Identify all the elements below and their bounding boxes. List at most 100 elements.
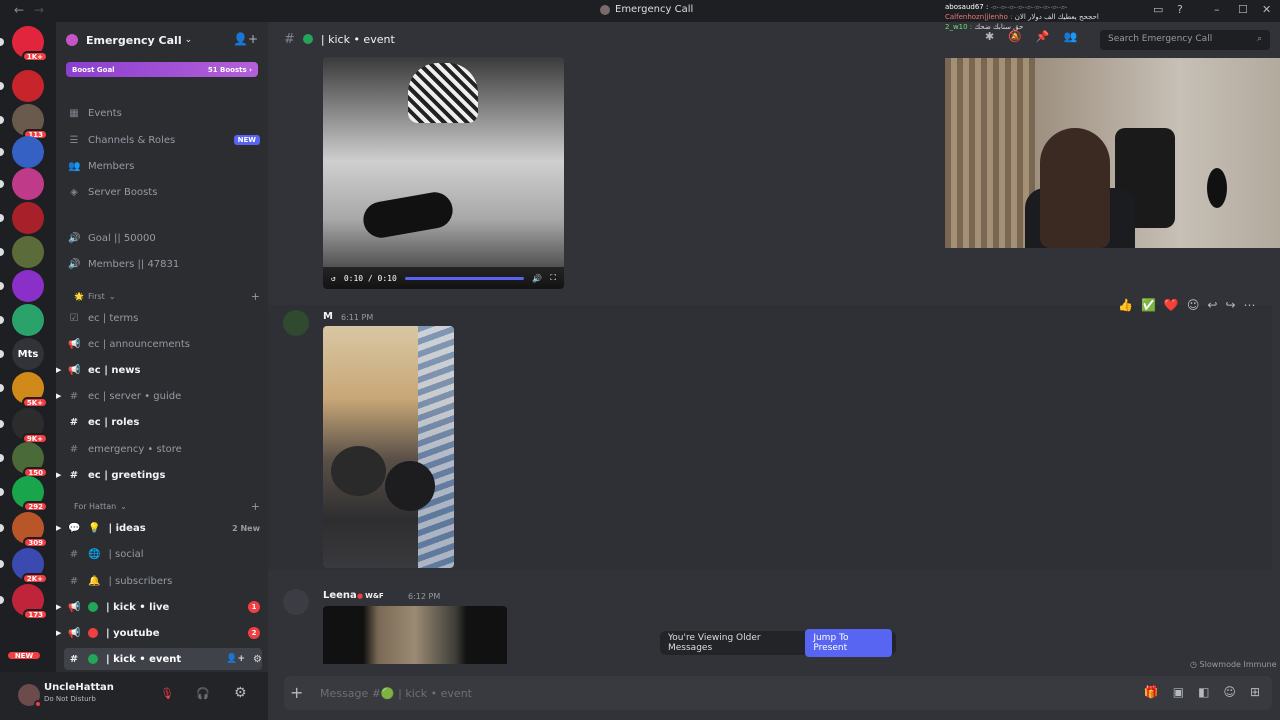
- inbox-icon[interactable]: ▭: [1153, 3, 1163, 16]
- server-icon[interactable]: [12, 236, 44, 268]
- server-icon[interactable]: 1K+: [12, 26, 48, 62]
- username: UncleHattan: [44, 682, 114, 693]
- check-reaction-icon[interactable]: ✅: [1141, 298, 1156, 312]
- emoji-icon[interactable]: ☺: [1223, 685, 1236, 699]
- hash-icon: #: [69, 443, 79, 455]
- user-settings-gear-icon[interactable]: ⚙: [234, 685, 247, 701]
- server-icon[interactable]: Mts: [12, 338, 44, 370]
- channel-ec-roles[interactable]: # ec | roles: [68, 411, 260, 433]
- invite-people-icon[interactable]: 👤+: [233, 32, 258, 46]
- image-cloth: [418, 326, 454, 568]
- gear-icon[interactable]: ⚙: [253, 654, 262, 665]
- image-attachment[interactable]: [323, 326, 454, 568]
- server-icon[interactable]: 292: [12, 476, 48, 512]
- deafened-headphones-icon[interactable]: 🎧: [196, 687, 210, 700]
- channel-social[interactable]: # 🌐 | social: [68, 543, 260, 565]
- server-icon[interactable]: [12, 136, 44, 168]
- back-arrow-icon[interactable]: ←: [14, 3, 24, 17]
- jump-to-present-button[interactable]: Jump To Present: [805, 629, 892, 657]
- more-icon[interactable]: ⋯: [1244, 298, 1256, 312]
- add-channel-icon[interactable]: +: [251, 500, 260, 513]
- channel-kick-event[interactable]: # | kick • event 👤+ ⚙: [64, 648, 262, 670]
- server-icon[interactable]: 113: [12, 104, 48, 140]
- message-author[interactable]: Leena: [323, 590, 357, 601]
- replay-icon[interactable]: ↺: [331, 274, 336, 283]
- image-attachment[interactable]: [323, 606, 507, 664]
- video-time: 0:10 / 0:10: [343, 273, 397, 283]
- category-first[interactable]: 🌟 First ⌄ +: [74, 290, 260, 303]
- add-channel-icon[interactable]: +: [251, 290, 260, 303]
- nav-events[interactable]: ▦ Events: [68, 102, 260, 124]
- server-icon[interactable]: 9K+: [12, 408, 48, 444]
- server-icon[interactable]: [12, 202, 44, 234]
- fullscreen-icon[interactable]: ⛶: [550, 273, 556, 283]
- new-badge[interactable]: NEW: [6, 650, 42, 661]
- members-icon: 👥: [68, 160, 81, 172]
- minimize-icon[interactable]: –: [1214, 3, 1220, 16]
- server-icon[interactable]: [12, 168, 44, 200]
- heart-reaction-icon[interactable]: ❤️: [1164, 298, 1179, 312]
- reply-icon[interactable]: ↩: [1207, 298, 1217, 312]
- channel-emergency-store[interactable]: # emergency • store: [68, 438, 260, 460]
- server-label: Mts: [17, 348, 39, 360]
- avatar[interactable]: [18, 684, 42, 708]
- server-icon[interactable]: 2K+: [12, 548, 48, 584]
- channel-ec-server-guide[interactable]: ▶ # ec | server • guide: [56, 385, 260, 407]
- message-input[interactable]: Message #🟢 | kick • event: [320, 687, 472, 700]
- nav-server-boosts[interactable]: ◈ Server Boosts: [68, 181, 260, 203]
- avatar[interactable]: [283, 589, 309, 615]
- channel-goal[interactable]: 🔊 Goal || 50000: [68, 227, 260, 249]
- nav-channels-roles[interactable]: ☰ Channels & Roles NEW: [68, 129, 260, 151]
- gif-icon[interactable]: ▣: [1173, 685, 1184, 699]
- channel-ec-terms[interactable]: ☑ ec | terms: [68, 307, 260, 329]
- avatar[interactable]: [283, 310, 309, 336]
- forward-icon[interactable]: ↪: [1225, 298, 1235, 312]
- sticker-icon[interactable]: ◧: [1198, 685, 1209, 699]
- channel-ec-greetings[interactable]: ▶ # ec | greetings: [56, 464, 260, 486]
- invite-icon[interactable]: 👤+: [226, 654, 245, 664]
- help-icon[interactable]: ?: [1177, 3, 1183, 16]
- server-icon[interactable]: 5K+: [12, 372, 48, 408]
- maximize-icon[interactable]: ☐: [1238, 3, 1248, 16]
- server-icon[interactable]: [12, 270, 44, 302]
- image-figure: [331, 446, 386, 496]
- video-attachment[interactable]: ↺ 0:10 / 0:10 🔊 ⛶: [323, 57, 564, 289]
- close-icon[interactable]: ✕: [1262, 3, 1271, 16]
- forward-arrow-icon[interactable]: →: [34, 3, 44, 17]
- nav-members[interactable]: 👥 Members: [68, 155, 260, 177]
- pin-icon[interactable]: 📌: [1036, 30, 1050, 43]
- tag-icon: ●: [357, 592, 364, 600]
- user-status: Do Not Disturb: [44, 695, 96, 703]
- boost-icon: ◈: [70, 186, 78, 198]
- threads-icon[interactable]: ✱: [985, 30, 994, 43]
- channel-ec-announcements[interactable]: 📢 ec | announcements: [68, 333, 260, 355]
- muted-mic-icon[interactable]: 🎙: [160, 687, 174, 701]
- channel-kick-live[interactable]: ▶ 📢 | kick • live 1: [56, 596, 260, 618]
- channel-ec-news[interactable]: ▶ 📢 ec | news: [56, 359, 260, 381]
- server-icon[interactable]: 309: [12, 512, 48, 548]
- category-emoji: 🌟: [74, 292, 84, 301]
- server-icon[interactable]: 150: [12, 442, 48, 478]
- server-icon[interactable]: 173: [12, 584, 48, 620]
- category-for-hattan[interactable]: For Hattan ⌄ +: [74, 500, 260, 513]
- server-icon[interactable]: [12, 304, 44, 336]
- message-composer[interactable]: + Message #🟢 | kick • event 🎁 ▣ ◧ ☺ ⊞: [284, 676, 1272, 710]
- channel-ideas[interactable]: ▶ 💬 💡 | ideas 2 New: [56, 517, 260, 539]
- channel-subscribers[interactable]: # 🔔 | subscribers: [68, 570, 260, 592]
- server-icon[interactable]: [12, 70, 44, 102]
- add-reaction-icon[interactable]: ☺: [1187, 298, 1200, 312]
- thumbs-up-reaction-icon[interactable]: 👍: [1118, 298, 1133, 312]
- add-attachment-icon[interactable]: +: [290, 683, 303, 702]
- server-header[interactable]: Emergency Call ⌄ 👤+: [56, 22, 268, 58]
- gift-icon[interactable]: 🎁: [1144, 685, 1159, 699]
- volume-icon[interactable]: 🔊: [532, 274, 542, 283]
- boost-goal-bar[interactable]: Boost Goal 51 Boosts ›: [66, 62, 258, 77]
- apps-icon[interactable]: ⊞: [1250, 685, 1260, 699]
- channel-youtube[interactable]: ▶ 📢 | youtube 2: [56, 622, 260, 644]
- member-list-icon[interactable]: 👥: [1064, 30, 1078, 43]
- channel-members-count[interactable]: 🔊 Members || 47831: [68, 253, 260, 275]
- mute-bell-icon[interactable]: 🔕: [1008, 30, 1022, 43]
- message-author[interactable]: M: [323, 311, 333, 322]
- video-progress-bar[interactable]: [404, 276, 525, 280]
- search-input[interactable]: Search Emergency Call ⌕: [1100, 30, 1270, 50]
